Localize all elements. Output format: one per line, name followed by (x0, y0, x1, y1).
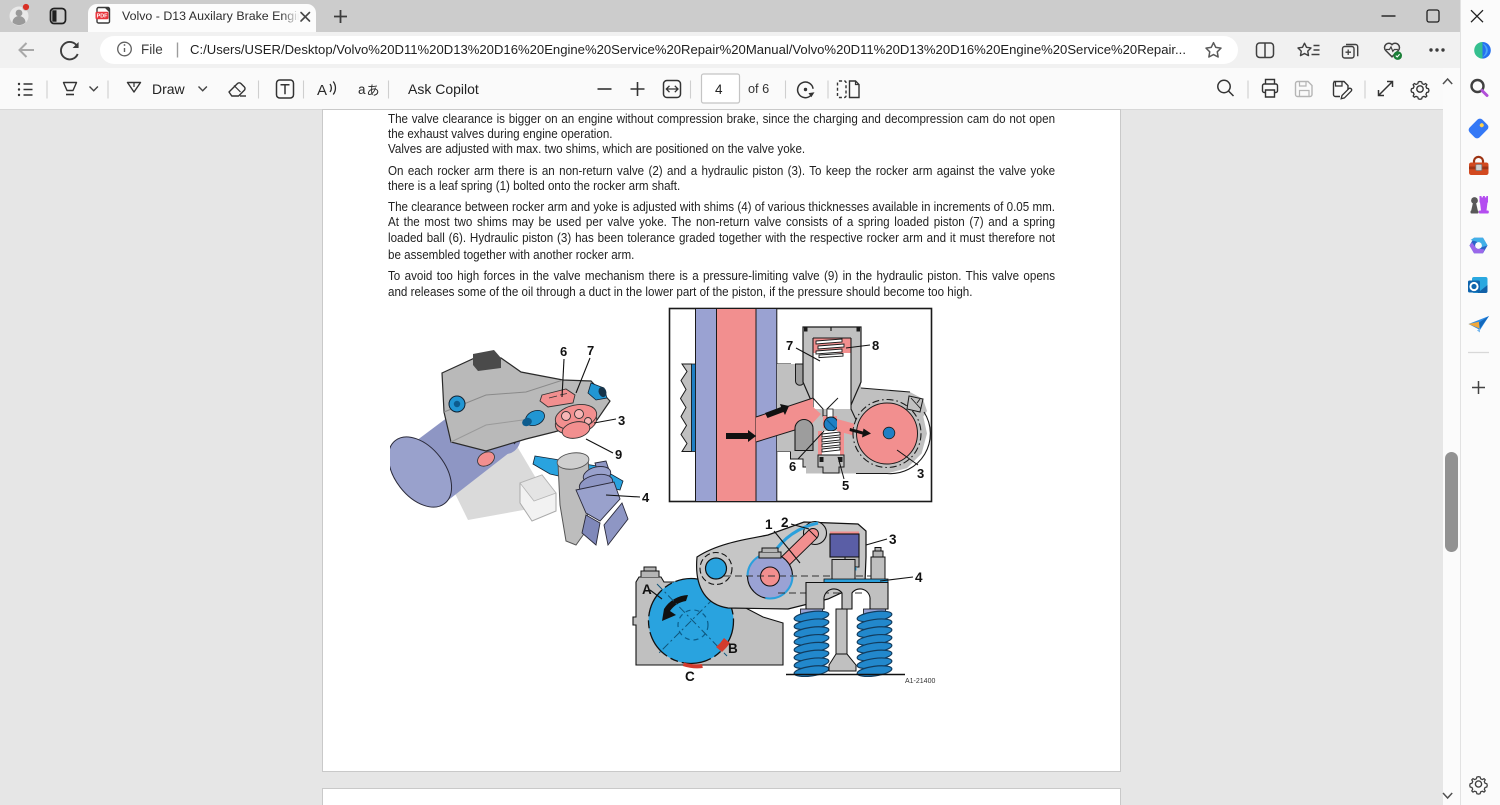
svg-text:8: 8 (872, 338, 879, 353)
svg-text:PDF: PDF (97, 13, 108, 19)
svg-text:5: 5 (842, 478, 849, 493)
svg-text:7: 7 (786, 338, 793, 353)
svg-text:A1-21400: A1-21400 (905, 678, 935, 685)
svg-text:3: 3 (917, 466, 924, 481)
svg-text:4: 4 (715, 82, 723, 97)
svg-text:B: B (728, 641, 738, 656)
svg-text:1: 1 (765, 517, 773, 532)
svg-text:6: 6 (560, 344, 567, 359)
svg-text:9: 9 (615, 447, 622, 462)
svg-text:3: 3 (618, 413, 625, 428)
svg-text:6: 6 (789, 459, 796, 474)
svg-text:A: A (642, 582, 652, 597)
svg-text:4: 4 (915, 570, 923, 585)
svg-text:A: A (317, 82, 327, 99)
svg-text:7: 7 (587, 343, 594, 358)
svg-text:2: 2 (781, 515, 789, 530)
svg-text:3: 3 (889, 532, 897, 547)
svg-text:あ: あ (367, 83, 380, 98)
svg-text:4: 4 (642, 490, 650, 505)
svg-text:a: a (358, 82, 366, 97)
svg-text:C: C (685, 669, 695, 684)
